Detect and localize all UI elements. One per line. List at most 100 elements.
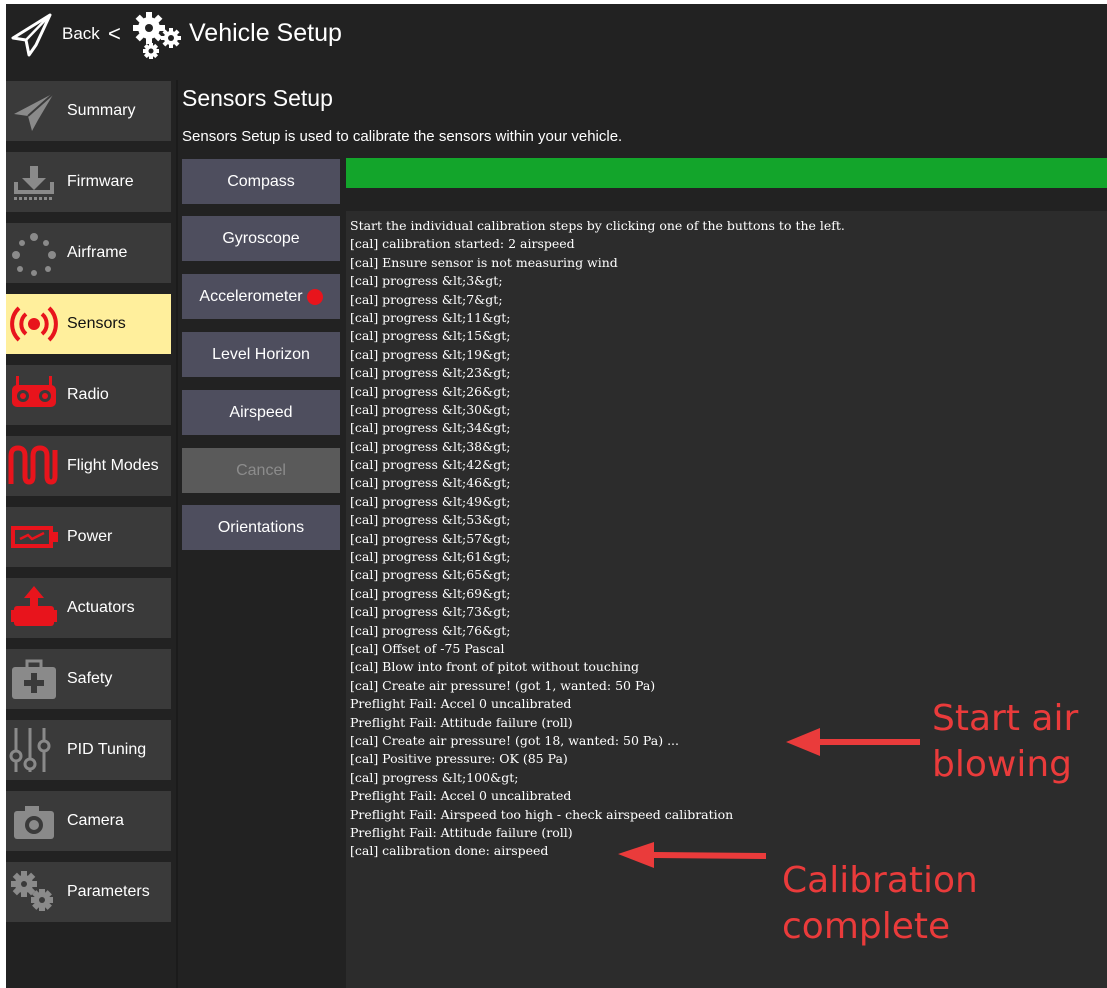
log-lines: Start the individual calibration steps b… (350, 217, 845, 861)
log-line: [cal] progress &lt;53&gt; (350, 512, 511, 528)
sidebar-item-label: PID Tuning (67, 741, 147, 758)
paper-plane-icon (14, 92, 55, 131)
annotation-line: complete (782, 906, 951, 947)
log-line: [cal] progress &lt;42&gt; (350, 457, 511, 473)
annotation-start-air: Start air blowing (932, 696, 1078, 788)
sidebar-item-label: Camera (67, 812, 124, 829)
sidebar-item-label: Summary (67, 102, 136, 119)
sidebar-item-pid-tuning[interactable]: PID Tuning (6, 720, 171, 780)
log-line: [cal] Create air pressure! (got 18, want… (350, 732, 679, 748)
log-line: [cal] progress &lt;38&gt; (350, 438, 511, 454)
sidebar-item-power[interactable]: Power (6, 507, 171, 567)
annotation-line: Start air (932, 698, 1079, 739)
page-header-title: Vehicle Setup (189, 19, 342, 47)
log-line: Preflight Fail: Airspeed too high - chec… (350, 806, 734, 822)
log-line: [cal] Blow into front of pitot without t… (350, 659, 640, 675)
top-toolbar: Back < Vehicle Setup (6, 4, 1107, 66)
sidebar-divider (176, 80, 178, 988)
orientations-button[interactable]: Orientations (182, 505, 340, 550)
sidebar-item-label: Radio (67, 386, 109, 403)
back-button[interactable]: Back (62, 24, 100, 44)
log-line: Start the individual calibration steps b… (350, 218, 845, 233)
log-line: Preflight Fail: Attitude failure (roll) (350, 714, 573, 730)
sidebar-item-flight-modes[interactable]: Flight Modes (6, 436, 171, 496)
level-horizon-button[interactable]: Level Horizon (182, 332, 340, 377)
log-line: Preflight Fail: Accel 0 uncalibrated (350, 788, 572, 804)
log-line: [cal] progress &lt;19&gt; (350, 346, 511, 362)
paper-plane-logo-icon[interactable] (10, 12, 54, 58)
log-line: [cal] Positive pressure: OK (85 Pa) (350, 751, 568, 767)
camera-icon (14, 806, 54, 839)
log-line: [cal] progress &lt;3&gt; (350, 273, 503, 289)
calibration-progress-bar (346, 158, 1107, 188)
page-title: Sensors Setup (182, 85, 333, 111)
battery-icon (11, 526, 58, 548)
log-line: [cal] progress &lt;65&gt; (350, 567, 511, 583)
sidebar-item-label: Flight Modes (67, 457, 159, 474)
gyroscope-button[interactable]: Gyroscope (182, 216, 340, 261)
gears-icon (11, 871, 53, 911)
orientations-button-label: Orientations (217, 518, 305, 536)
log-line: [cal] Create air pressure! (got 1, wante… (350, 677, 656, 693)
log-line: [cal] progress &lt;57&gt; (350, 530, 511, 546)
airspeed-button[interactable]: Airspeed (182, 390, 340, 435)
sidebar-item-label: Airframe (67, 244, 128, 261)
actuator-icon (11, 586, 57, 626)
annotation-arrow-icon (618, 842, 766, 868)
log-line: Preflight Fail: Accel 0 uncalibrated (350, 696, 572, 712)
sidebar-item-label: Firmware (67, 173, 134, 190)
chevron-left-icon[interactable]: < (108, 21, 121, 47)
sidebar-item-label: Power (67, 528, 113, 545)
log-line: [cal] Offset of -75 Pascal (350, 640, 505, 656)
sidebar-item-label: Safety (67, 670, 113, 687)
app-window: Back < Vehicle Setup Summary Firmware Ai… (6, 4, 1107, 988)
sidebar-item-actuators[interactable]: Actuators (6, 578, 171, 638)
log-line: [cal] progress &lt;69&gt; (350, 585, 511, 601)
log-line: [cal] progress &lt;34&gt; (350, 420, 511, 436)
compass-button[interactable]: Compass (182, 159, 340, 204)
calibration-progress-fill (346, 158, 1107, 188)
sidebar-item-airframe[interactable]: Airframe (6, 223, 171, 283)
airspeed-button-label: Airspeed (229, 403, 293, 421)
airframe-dots-icon (12, 233, 56, 276)
sidebar-item-label: Sensors (67, 315, 126, 332)
cancel-button[interactable]: Cancel (182, 448, 340, 493)
download-icon (14, 166, 54, 200)
sidebar-item-firmware[interactable]: Firmware (6, 152, 171, 212)
sidebar-item-camera[interactable]: Camera (6, 791, 171, 851)
annotation-calibration-complete: Calibration complete (782, 858, 978, 950)
sensor-broadcast-icon (10, 306, 58, 342)
sidebar-item-label: Parameters (67, 883, 150, 900)
annotation-arrow-icon (786, 728, 920, 756)
sidebar-item-radio[interactable]: Radio (6, 365, 171, 425)
annotation-line: Calibration (782, 860, 978, 901)
cancel-button-label: Cancel (236, 461, 286, 479)
log-line: [cal] progress &lt;100&gt; (350, 769, 519, 785)
sidebar-item-label: Actuators (67, 599, 135, 616)
log-line: [cal] progress &lt;11&gt; (350, 309, 511, 325)
log-line: [cal] progress &lt;76&gt; (350, 622, 511, 638)
log-line: [cal] calibration started: 2 airspeed (350, 236, 575, 252)
sidebar-item-summary[interactable]: Summary (6, 81, 171, 141)
sidebar-item-sensors[interactable]: Sensors (6, 294, 171, 354)
accelerometer-button[interactable]: Accelerometer (182, 274, 340, 319)
log-line: [cal] Ensure sensor is not measuring win… (350, 254, 618, 270)
sidebar-item-parameters[interactable]: Parameters (6, 862, 171, 922)
accelerometer-button-label: Accelerometer (199, 287, 303, 305)
log-line: [cal] progress &lt;23&gt; (350, 365, 511, 381)
log-line: [cal] progress &lt;26&gt; (350, 383, 511, 399)
page-description: Sensors Setup is used to calibrate the s… (182, 128, 623, 145)
log-line: [cal] progress &lt;46&gt; (350, 475, 511, 491)
radio-transmitter-icon (12, 376, 56, 407)
level-horizon-button-label: Level Horizon (212, 345, 310, 363)
log-line: [cal] progress &lt;15&gt; (350, 328, 511, 344)
sliders-icon (9, 728, 51, 772)
gyroscope-button-label: Gyroscope (222, 229, 300, 247)
log-line: [cal] progress &lt;73&gt; (350, 604, 511, 620)
log-line: [cal] progress &lt;7&gt; (350, 291, 503, 307)
log-line: [cal] progress &lt;61&gt; (350, 549, 511, 565)
annotation-line: blowing (932, 744, 1072, 785)
log-line: [cal] progress &lt;30&gt; (350, 401, 511, 417)
gears-icon (133, 12, 181, 59)
sidebar-item-safety[interactable]: Safety (6, 649, 171, 709)
